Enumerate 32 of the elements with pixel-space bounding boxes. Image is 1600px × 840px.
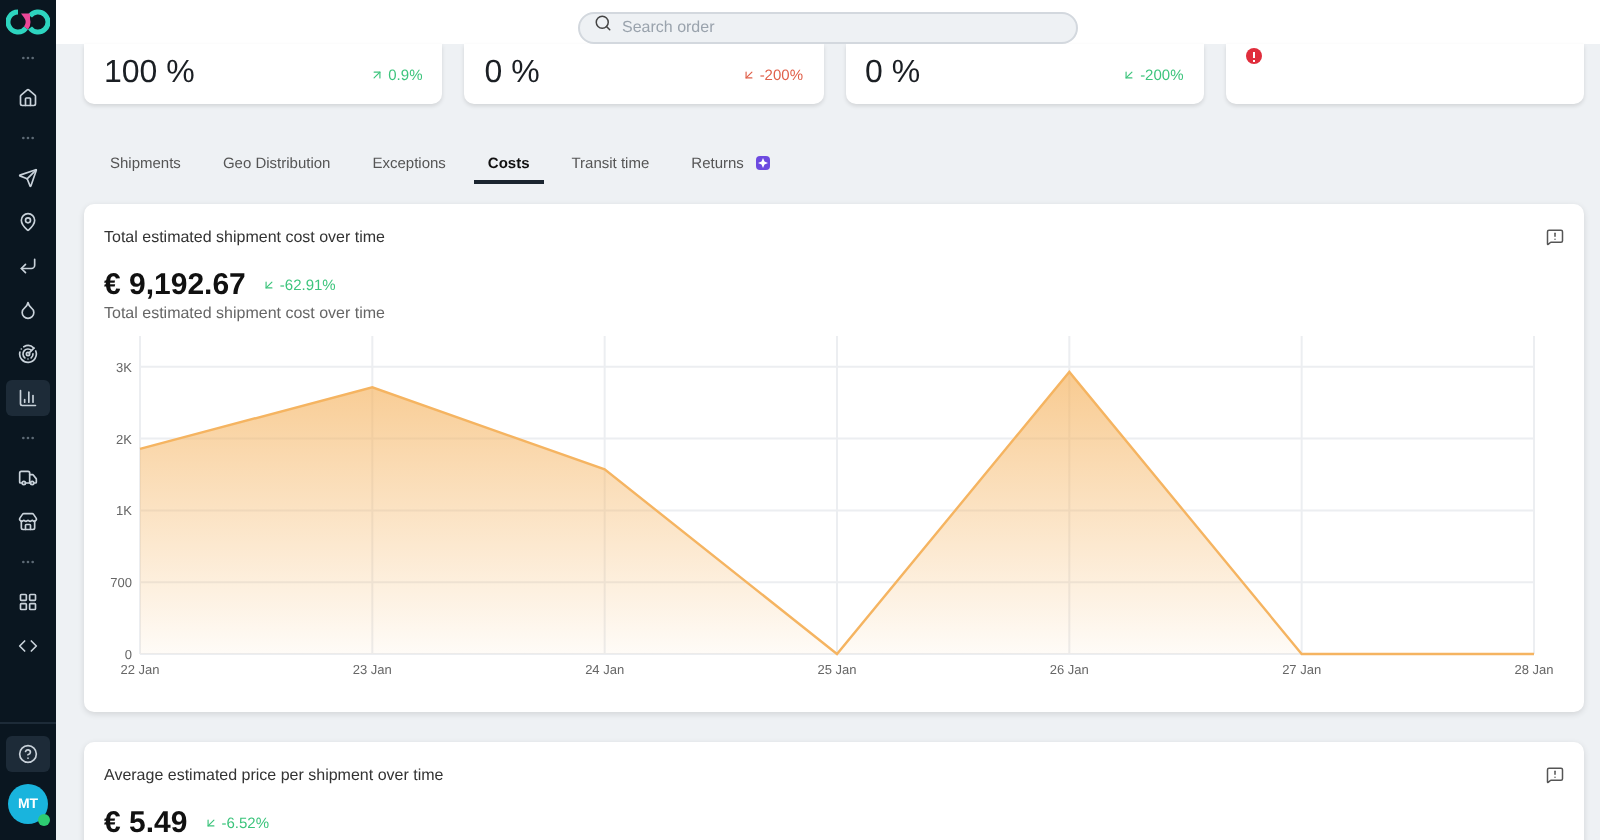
kpi-value: 0 % [865,56,921,92]
search-field[interactable]: Search order [578,11,1078,43]
radar-icon [18,344,38,364]
help-button[interactable] [6,736,50,772]
send-icon [18,168,38,188]
help-icon [18,744,38,764]
grid-icon [18,592,38,612]
card-title: Average estimated price per shipment over time [104,766,444,784]
search-icon [594,13,612,31]
code-icon [18,636,38,656]
droplet-icon [18,300,38,320]
card-title: Total estimated shipment cost over time [104,228,386,246]
feedback-icon[interactable] [1546,766,1564,784]
arrow-down-left-icon [1122,67,1137,81]
arrow-down-left-icon [741,67,756,81]
logo-icon [6,8,50,36]
sidebar-item[interactable] [6,380,50,416]
kpi-value: 100 % [104,56,195,92]
store-icon [18,512,38,532]
arrow-down-left-icon [261,278,276,292]
map-pin-icon [18,212,38,232]
arrow-up-right-icon [370,67,385,81]
kpi-value: 0 % [484,56,540,92]
card-subtitle: Total estimated shipment cost over time [104,304,388,322]
bar-chart-icon [18,388,38,408]
arrow-down-left-icon [203,816,218,830]
total-value: € 5.49 [104,806,188,840]
return-arrow-icon [18,256,38,276]
home-icon [18,88,38,108]
total-value: € 9,192.67 [104,268,246,302]
feedback-icon[interactable] [1546,228,1564,246]
truck-icon [18,468,38,488]
